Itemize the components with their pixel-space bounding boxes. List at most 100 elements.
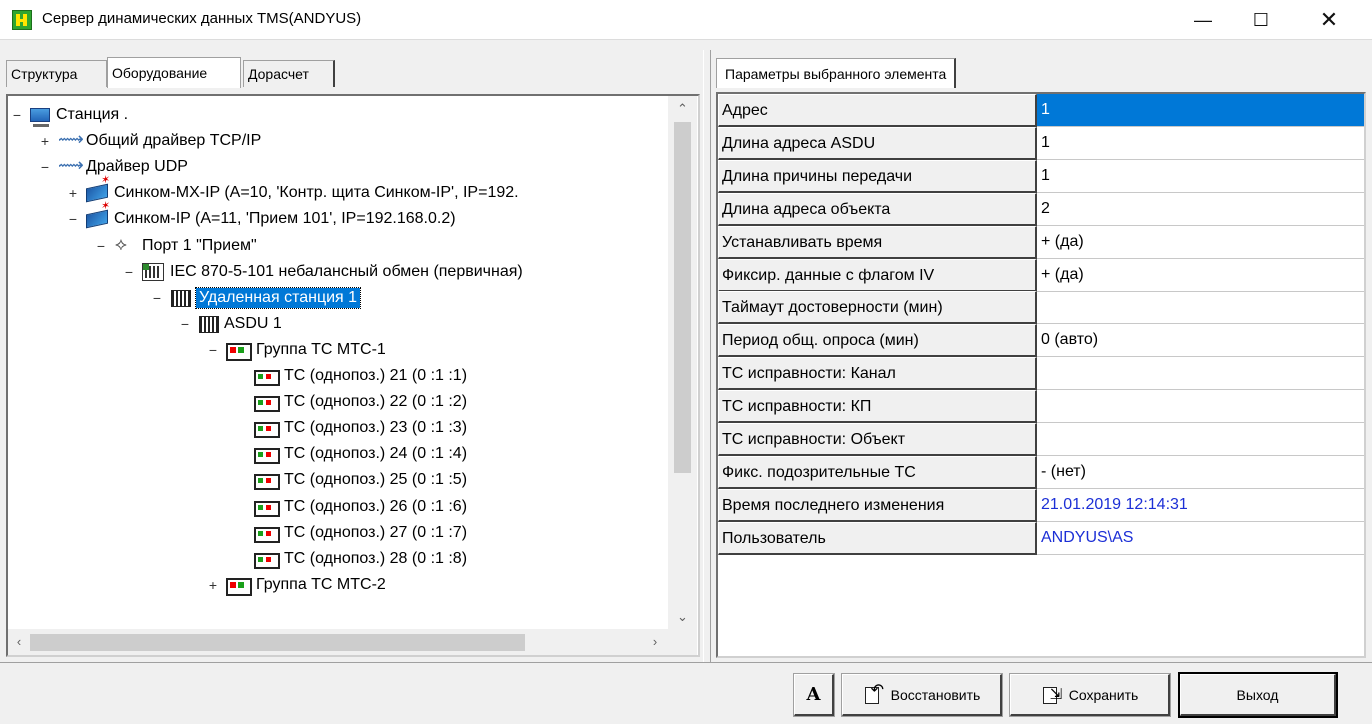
tree-node[interactable]: + Синком-MX-IP (A=10, 'Контр. щита Синком… [66,180,519,206]
tree-node[interactable]: − IEC 870-5-101 небалансный обмен (первич… [122,259,523,285]
panel-splitter[interactable] [703,50,711,662]
property-row[interactable]: ТС исправности: КП [718,390,1364,424]
tree-node[interactable]: − Синком-IP (A=11, 'Прием 101', IP=192.16… [66,206,456,232]
tree-node[interactable]: + Общий драйвер TCP/IP [38,128,261,154]
tree-node[interactable]: ТС (однопоз.) 26 (0 :1 :6) [234,494,467,520]
tree-node[interactable]: ТС (однопоз.) 22 (0 :1 :2) [234,389,467,415]
properties-grid[interactable]: Адрес 1 Длина адреса ASDU 1 Длина причины пе… [716,92,1366,658]
tree-node[interactable]: − Группа ТС МТС-1 [206,337,386,363]
tree-node[interactable]: ТС (однопоз.) 23 (0 :1 :3) [234,415,467,441]
property-value[interactable] [1037,423,1364,456]
collapse-icon[interactable]: − [206,342,220,358]
tree-node-label[interactable]: ТС (однопоз.) 27 (0 :1 :7) [284,524,467,542]
property-value[interactable]: 1 [1037,94,1364,127]
tree-node[interactable]: ТС (однопоз.) 21 (0 :1 :1) [234,363,467,389]
property-row[interactable]: ТС исправности: Объект [718,423,1364,456]
tree-node[interactable]: ТС (однопоз.) 24 (0 :1 :4) [234,441,467,467]
tree-node-label[interactable]: Удаленная станция 1 [194,286,362,309]
minimize-button[interactable]: — [1180,0,1226,40]
maximize-button[interactable]: ☐ [1238,0,1284,40]
tree-node[interactable]: ТС (однопоз.) 25 (0 :1 :5) [234,467,467,493]
tree-node-label[interactable]: ТС (однопоз.) 26 (0 :1 :6) [284,498,467,516]
property-value[interactable]: 0 (авто) [1037,324,1364,358]
tree-node[interactable]: −Драйвер UDP [38,154,188,180]
tree-node-label[interactable]: ТС (однопоз.) 23 (0 :1 :3) [284,419,467,437]
property-row[interactable]: Устанавливать время + (да) [718,225,1364,259]
tree-node[interactable]: − ASDU 1 [178,311,282,337]
property-row[interactable]: Пользователь ANDYUS\AS [718,521,1364,555]
property-value[interactable]: ANDYUS\AS [1037,522,1364,555]
tab-recalculation[interactable]: Дорасчет [243,60,335,87]
collapse-icon[interactable]: − [122,264,136,280]
property-row[interactable]: Адрес 1 [718,94,1364,127]
tab-structure[interactable]: Структура [6,60,107,87]
property-value[interactable]: 1 [1037,127,1364,160]
tree-node-label[interactable]: Синком-MX-IP (A=10, 'Контр. щита Синком-… [114,184,519,202]
property-row[interactable]: Таймаут достоверности (мин) [718,291,1364,325]
save-button[interactable]: Сохранить [1009,673,1171,717]
collapse-icon[interactable]: − [10,107,24,123]
scroll-left-icon[interactable]: ‹ [8,629,30,655]
property-value[interactable]: + (да) [1037,226,1364,259]
exit-button[interactable]: Выход [1178,672,1338,718]
tab-equipment[interactable]: Оборудование [107,57,241,88]
scroll-right-icon[interactable]: › [644,629,666,655]
vertical-scroll-thumb[interactable] [674,122,691,473]
expand-icon[interactable]: + [66,185,80,201]
property-name: Период общ. опроса (мин) [718,324,1037,358]
property-name: Устанавливать время [718,225,1037,259]
horizontal-scroll-thumb[interactable] [30,634,525,651]
tree-node-label[interactable]: Общий драйвер TCP/IP [86,132,261,150]
tree-node[interactable]: − Порт 1 "Прием" [94,233,257,259]
scroll-down-icon[interactable]: ⌄ [668,606,697,628]
property-row[interactable]: ТС исправности: Канал [718,357,1364,391]
tree-node[interactable]: − Удаленная станция 1 [150,285,362,311]
scroll-up-icon[interactable]: ⌃ [668,98,697,120]
tree-node-label[interactable]: IEC 870-5-101 небалансный обмен (первичн… [170,263,523,281]
collapse-icon[interactable]: − [38,159,52,175]
close-button[interactable]: ✕ [1306,0,1352,40]
tree-node-label[interactable]: Группа ТС МТС-1 [256,341,386,359]
property-row[interactable]: Длина адреса объекта 2 [718,192,1364,226]
tree-node-label[interactable]: ТС (однопоз.) 21 (0 :1 :1) [284,367,467,385]
font-button[interactable]: A [793,673,835,717]
property-row[interactable]: Фикс. подозрительные ТС - (нет) [718,455,1364,489]
collapse-icon[interactable]: − [150,290,164,306]
property-value[interactable]: 21.01.2019 12:14:31 [1037,489,1364,522]
equipment-tree[interactable]: −Станция .+Общий драйвер TCP/IP−Драйвер … [6,94,700,657]
property-value[interactable]: - (нет) [1037,456,1364,489]
collapse-icon[interactable]: − [66,211,80,227]
tab-selected-element-params[interactable]: Параметры выбранного элемента [716,58,957,88]
property-value[interactable]: 1 [1037,160,1364,193]
property-row[interactable]: Длина адреса ASDU 1 [718,126,1364,160]
tree-node-label[interactable]: Синком-IP (A=11, 'Прием 101', IP=192.168… [114,210,456,228]
tree-node-label[interactable]: ТС (однопоз.) 24 (0 :1 :4) [284,445,467,463]
expand-icon[interactable]: + [206,577,220,593]
tree-node[interactable]: ТС (однопоз.) 28 (0 :1 :8) [234,546,467,572]
tree-node-label[interactable]: Группа ТС МТС-2 [256,576,386,594]
tree-node-label[interactable]: ТС (однопоз.) 28 (0 :1 :8) [284,550,467,568]
tree-node-label[interactable]: ТС (однопоз.) 22 (0 :1 :2) [284,393,467,411]
property-value[interactable]: 2 [1037,193,1364,226]
property-row[interactable]: Время последнего изменения 21.01.2019 12:… [718,488,1364,522]
vertical-scrollbar[interactable]: ⌃ ⌄ [668,96,697,629]
tree-node-label[interactable]: ASDU 1 [224,315,282,333]
property-value[interactable]: + (да) [1037,259,1364,292]
property-row[interactable]: Длина причины передачи 1 [718,159,1364,193]
property-row[interactable]: Период общ. опроса (мин) 0 (авто) [718,324,1364,358]
tree-node[interactable]: + Группа ТС МТС-2 [206,572,386,598]
tree-node-label[interactable]: Порт 1 "Прием" [142,237,257,255]
collapse-icon[interactable]: − [94,238,108,254]
tree-node-label[interactable]: Станция . [56,106,128,124]
restore-button[interactable]: Восстановить [841,673,1003,717]
property-row[interactable]: Фиксир. данные с флагом IV + (да) [718,258,1364,292]
horizontal-scrollbar[interactable]: ‹ › [8,629,668,655]
tree-node[interactable]: ТС (однопоз.) 27 (0 :1 :7) [234,520,467,546]
tree-node[interactable]: − Станция . [10,102,128,128]
expand-icon[interactable]: + [38,133,52,149]
tree-node-label[interactable]: ТС (однопоз.) 25 (0 :1 :5) [284,471,467,489]
collapse-icon[interactable]: − [178,316,192,332]
property-value[interactable] [1037,291,1364,325]
property-value[interactable] [1037,357,1364,391]
property-value[interactable] [1037,390,1364,424]
